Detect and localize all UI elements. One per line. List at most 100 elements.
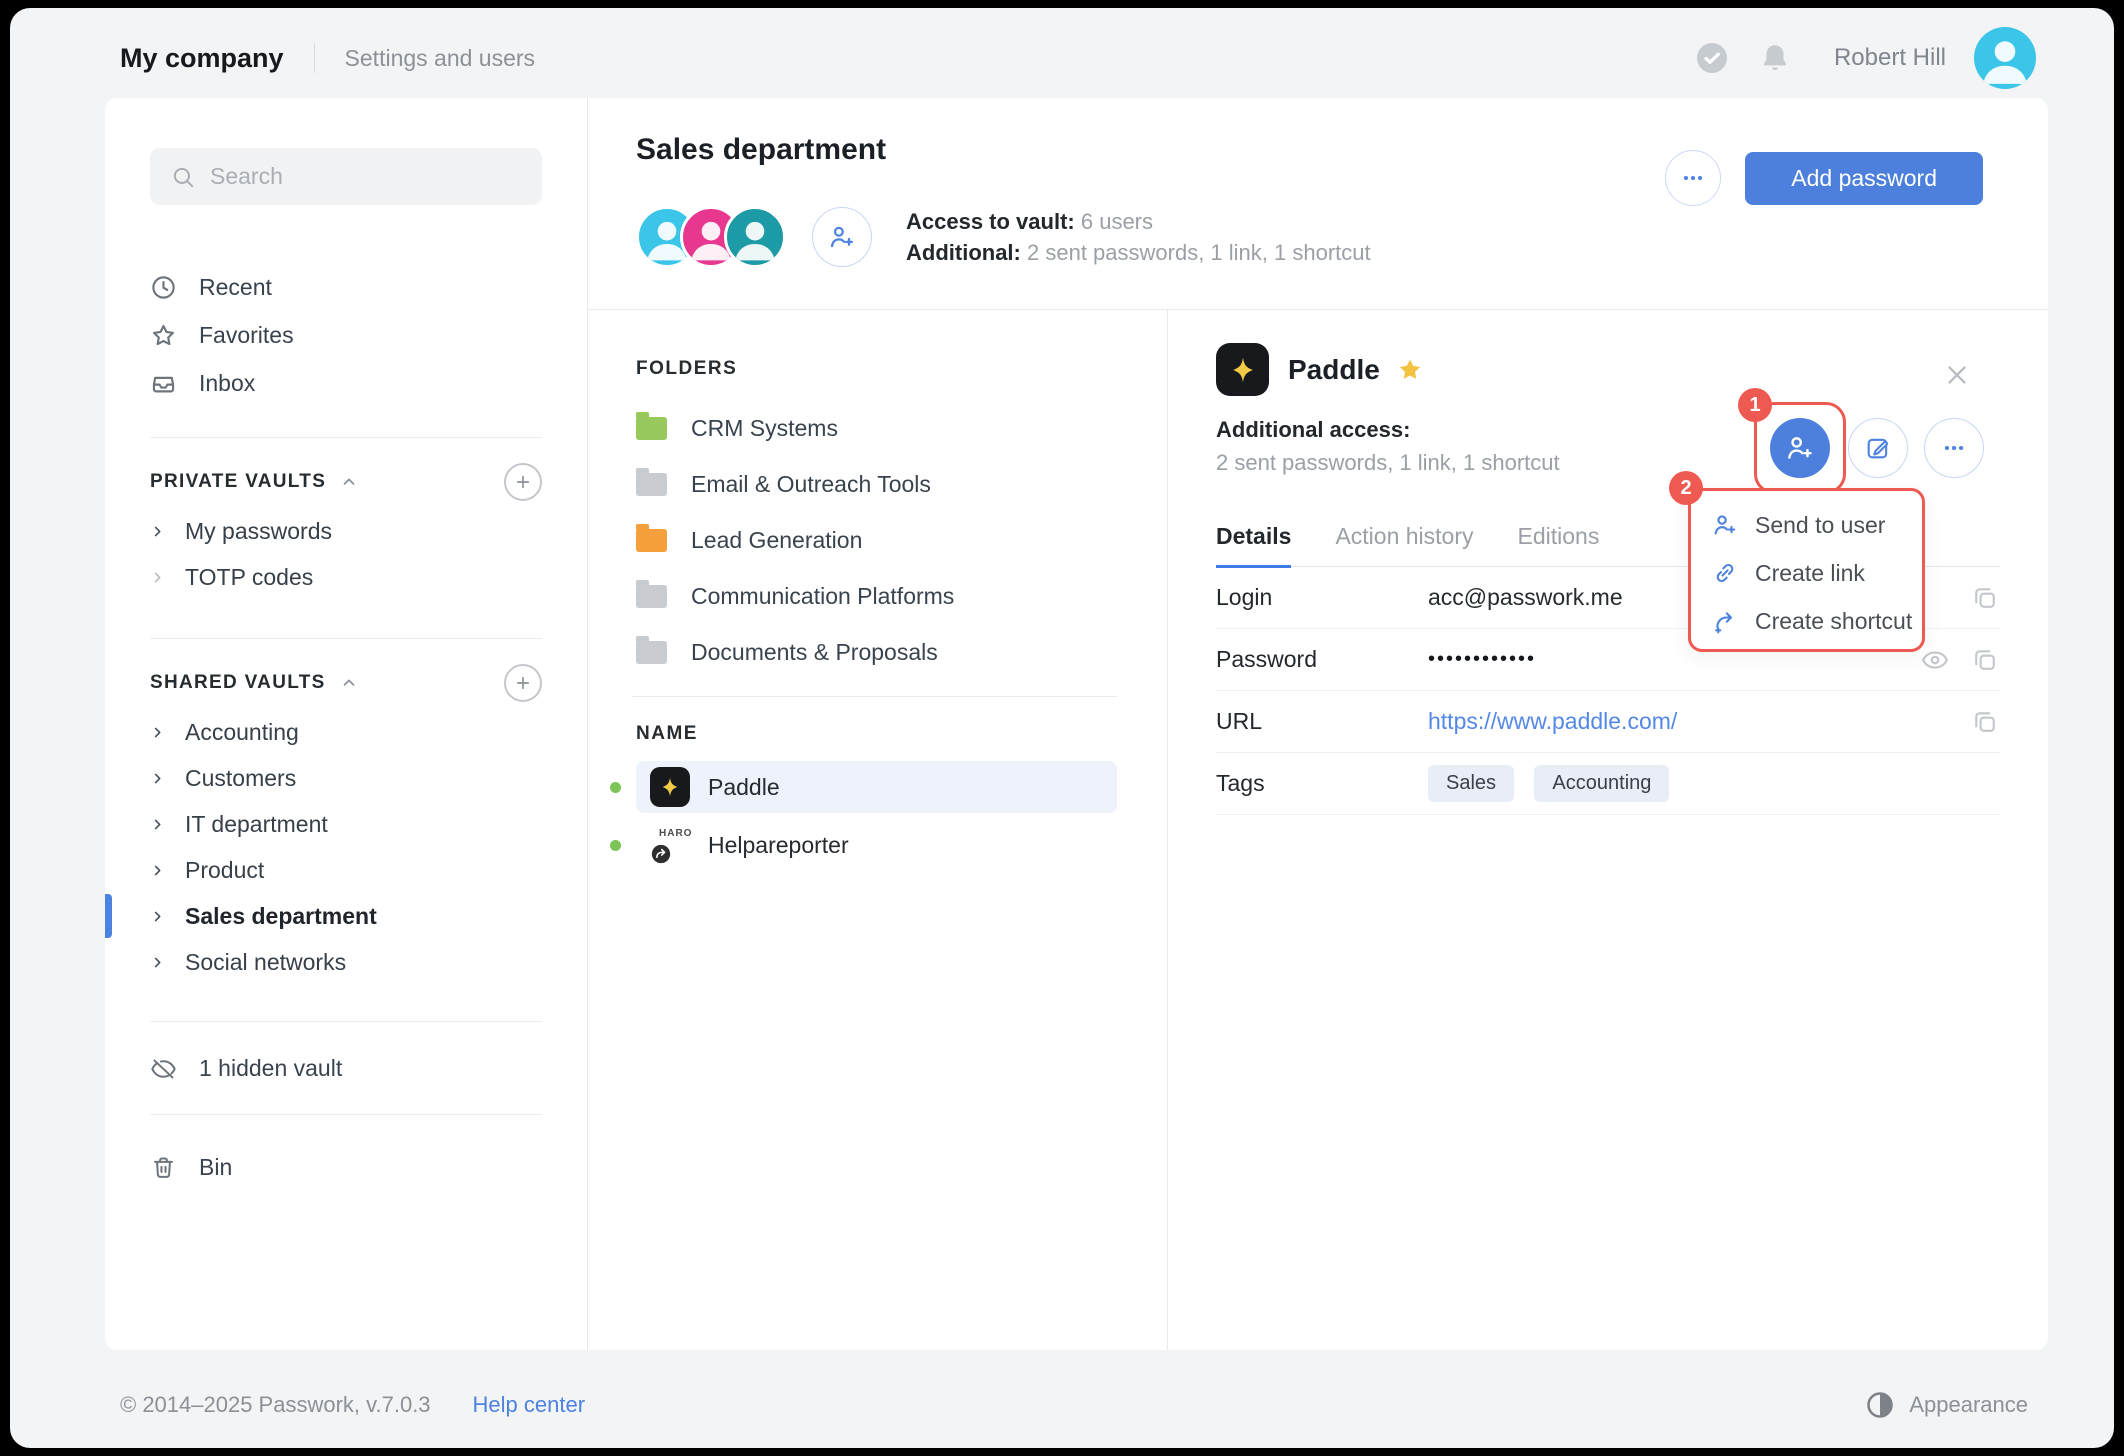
user-name[interactable]: Robert Hill xyxy=(1834,44,1946,72)
vault-header: Sales department Access to xyxy=(588,98,2048,310)
sidebar-item-recent[interactable]: Recent xyxy=(150,263,542,311)
sidebar-vault-sales-department[interactable]: Sales department xyxy=(150,893,542,939)
sidebar-vault-totp-codes[interactable]: TOTP codes xyxy=(150,554,542,600)
folders-list: CRM Systems Email & Outreach Tools Lead … xyxy=(636,400,1117,680)
helpareporter-logo-icon: HARO xyxy=(650,825,690,865)
check-circle-icon[interactable] xyxy=(1694,40,1730,76)
clock-icon xyxy=(150,274,177,301)
chevron-right-icon[interactable] xyxy=(150,817,165,832)
vault-more-button[interactable] xyxy=(1665,150,1721,206)
shared-vaults-title[interactable]: SHARED VAULTS xyxy=(150,672,326,694)
sidebar-item-inbox[interactable]: Inbox xyxy=(150,359,542,407)
chevron-right-icon[interactable] xyxy=(150,863,165,878)
more-actions-button[interactable] xyxy=(1924,418,1984,478)
password-item-helpareporter[interactable]: HARO Helpareporter xyxy=(636,819,1117,871)
tag-accounting[interactable]: Accounting xyxy=(1534,765,1669,802)
online-dot-icon xyxy=(610,840,621,851)
chevron-right-icon[interactable] xyxy=(150,955,165,970)
manage-vault-users-button[interactable] xyxy=(812,207,872,267)
folder-email-outreach-tools[interactable]: Email & Outreach Tools xyxy=(636,456,1117,512)
search-input[interactable] xyxy=(210,163,522,190)
vault-users: Access to vault: 6 users Additional: 2 s… xyxy=(636,206,1371,268)
chevron-right-icon[interactable] xyxy=(150,570,165,585)
password-item-paddle[interactable]: Paddle xyxy=(636,761,1117,813)
sidebar-item-label: Recent xyxy=(199,274,272,301)
folder-icon xyxy=(636,529,667,552)
chevron-right-icon[interactable] xyxy=(150,909,165,924)
chevron-up-icon[interactable] xyxy=(340,674,358,692)
tab-details[interactable]: Details xyxy=(1216,515,1291,568)
favorite-star-icon[interactable] xyxy=(1396,356,1424,384)
sidebar-vault-product[interactable]: Product xyxy=(150,847,542,893)
sidebar-vault-social-networks[interactable]: Social networks xyxy=(150,939,542,985)
chevron-up-icon[interactable] xyxy=(340,473,358,491)
shared-vaults-header: SHARED VAULTS xyxy=(150,663,542,703)
url-value[interactable]: https://www.paddle.com/ xyxy=(1428,708,1970,735)
add-password-button[interactable]: Add password xyxy=(1745,152,1983,205)
divider xyxy=(150,638,542,639)
chevron-right-icon[interactable] xyxy=(150,524,165,539)
add-shared-vault-button[interactable] xyxy=(504,664,542,702)
copy-icon[interactable] xyxy=(1970,707,2000,737)
folder-label: CRM Systems xyxy=(691,415,838,442)
private-vaults-title[interactable]: PRIVATE VAULTS xyxy=(150,471,326,493)
url-label: URL xyxy=(1216,708,1428,735)
tab-action-history[interactable]: Action history xyxy=(1335,515,1473,566)
appearance-toggle[interactable]: Appearance xyxy=(1865,1390,2028,1420)
sidebar-item-hidden-vault[interactable]: 1 hidden vault xyxy=(150,1044,542,1092)
sidebar-vault-customers[interactable]: Customers xyxy=(150,755,542,801)
folder-lead-generation[interactable]: Lead Generation xyxy=(636,512,1117,568)
topbar-section-label[interactable]: Settings and users xyxy=(345,45,536,72)
sidebar-item-bin[interactable]: Bin xyxy=(150,1143,542,1191)
sidebar-item-favorites[interactable]: Favorites xyxy=(150,311,542,359)
folder-documents-proposals[interactable]: Documents & Proposals xyxy=(636,624,1117,680)
edit-button[interactable] xyxy=(1848,418,1908,478)
main-card: Recent Favorites Inbox PRIVATE VAU xyxy=(105,98,2048,1350)
hidden-vault-label: 1 hidden vault xyxy=(199,1055,342,1082)
folder-icon xyxy=(636,417,667,440)
copy-icon[interactable] xyxy=(1970,645,2000,675)
divider xyxy=(314,43,315,73)
tab-editions[interactable]: Editions xyxy=(1518,515,1600,566)
shared-vaults-list: Accounting Customers IT department Produ… xyxy=(150,709,542,985)
menu-item-create-shortcut[interactable]: Create shortcut xyxy=(1711,597,1922,645)
name-column-title: NAME xyxy=(636,723,1117,745)
tag-sales[interactable]: Sales xyxy=(1428,765,1514,802)
add-private-vault-button[interactable] xyxy=(504,463,542,501)
vault-label: My passwords xyxy=(185,518,332,545)
appearance-label: Appearance xyxy=(1909,1392,2028,1418)
chevron-right-icon[interactable] xyxy=(150,771,165,786)
chevron-right-icon[interactable] xyxy=(150,725,165,740)
bell-icon[interactable] xyxy=(1758,41,1792,75)
copy-icon[interactable] xyxy=(1970,583,2000,613)
show-password-eye-icon[interactable] xyxy=(1920,645,1950,675)
folder-icon xyxy=(636,473,667,496)
menu-item-send-to-user[interactable]: Send to user xyxy=(1711,501,1922,549)
avatar[interactable] xyxy=(724,206,786,268)
password-item-label: Paddle xyxy=(708,774,780,801)
close-icon[interactable] xyxy=(1942,360,1972,390)
send-to-user-button[interactable] xyxy=(1770,418,1830,478)
user-avatar[interactable] xyxy=(1974,27,2036,89)
help-center-link[interactable]: Help center xyxy=(473,1392,586,1418)
star-icon xyxy=(150,322,177,349)
active-vault-indicator xyxy=(105,894,112,938)
annotation-badge-2: 2 xyxy=(1669,471,1703,505)
link-icon xyxy=(1711,559,1739,587)
password-item-label: Helpareporter xyxy=(708,832,849,859)
password-label: Password xyxy=(1216,646,1428,673)
sidebar-item-label: Inbox xyxy=(199,370,255,397)
folder-icon xyxy=(636,585,667,608)
sidebar-vault-my-passwords[interactable]: My passwords xyxy=(150,508,542,554)
sidebar-vault-accounting[interactable]: Accounting xyxy=(150,709,542,755)
url-row: URL https://www.paddle.com/ xyxy=(1216,691,2000,753)
folder-communication-platforms[interactable]: Communication Platforms xyxy=(636,568,1117,624)
sidebar-nav: Recent Favorites Inbox xyxy=(150,263,542,407)
paddle-logo-icon xyxy=(1216,343,1269,396)
footer: © 2014–2025 Passwork, v.7.0.3 Help cente… xyxy=(120,1390,2028,1420)
folder-crm-systems[interactable]: CRM Systems xyxy=(636,400,1117,456)
additional-label: Additional: xyxy=(906,240,1021,265)
sidebar-vault-it-department[interactable]: IT department xyxy=(150,801,542,847)
search-box[interactable] xyxy=(150,148,542,205)
menu-item-create-link[interactable]: Create link xyxy=(1711,549,1922,597)
